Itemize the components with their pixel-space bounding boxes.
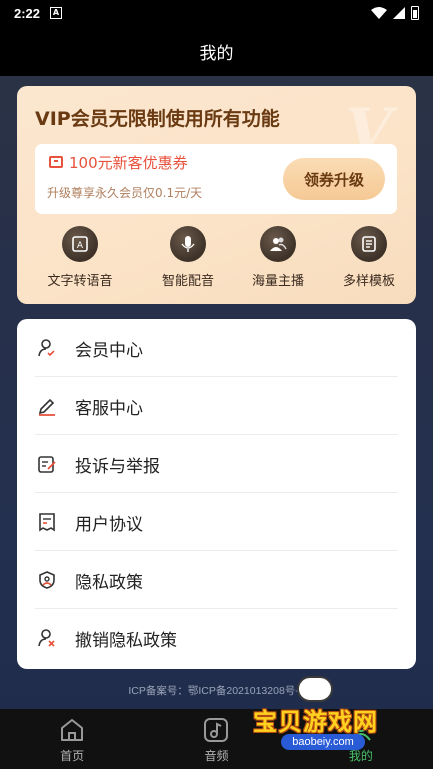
status-time: 2:22	[14, 5, 41, 21]
status-bar: 2:22 A	[0, 0, 433, 26]
home-icon	[61, 719, 84, 741]
menu-label: 撤销隐私政策	[75, 630, 177, 651]
music-icon	[204, 718, 229, 742]
ticket-icon	[49, 156, 63, 168]
microphone-icon	[170, 226, 206, 262]
template-icon	[351, 226, 387, 262]
wifi-icon	[371, 7, 387, 19]
feature-text-to-speech[interactable]: A 文字转语音	[35, 226, 125, 289]
menu-item-revoke-privacy[interactable]: 撤销隐私政策	[17, 609, 416, 667]
menu-card: 会员中心 客服中心 投诉与举报 用户协议 隐私政策 撤销隐私政策	[17, 319, 416, 669]
menu-item-member-center[interactable]: 会员中心	[17, 319, 416, 377]
coupon-subtitle: 升级尊享永久会员仅0.1元/天	[47, 186, 203, 200]
member-icon	[38, 339, 55, 357]
vip-title: VIP会员无限制使用所有功能	[35, 108, 280, 130]
watermark-logo: 宝贝游戏网 baobeiy.com	[253, 676, 403, 756]
menu-item-report[interactable]: 投诉与举报	[17, 435, 416, 493]
tab-label: 音频	[204, 749, 229, 763]
text-to-speech-icon: A	[62, 226, 98, 262]
agreement-icon	[39, 513, 55, 532]
menu-label: 客服中心	[75, 398, 143, 419]
tab-home[interactable]: 首页	[0, 709, 144, 769]
svg-text:A: A	[77, 241, 84, 251]
feature-anchors[interactable]: 海量主播	[233, 226, 323, 289]
menu-label: 隐私政策	[75, 572, 143, 593]
revoke-icon	[38, 629, 55, 647]
upgrade-button[interactable]: 领券升级	[283, 158, 385, 200]
signal-icon	[393, 7, 405, 19]
page-title: 我的	[199, 43, 234, 64]
notification-icon: A	[50, 7, 63, 19]
menu-label: 投诉与举报	[75, 456, 160, 477]
feature-list: A 文字转语音 智能配音 海量主播 多样模板	[17, 226, 416, 296]
coupon-title: 100元新客优惠券	[69, 154, 188, 172]
feature-label: 海量主播	[251, 274, 304, 289]
menu-label: 会员中心	[75, 340, 143, 361]
screen: 2:22 A 我的 V VIP会员无限制使用所有功能 100元新客优惠券 升级尊…	[0, 0, 433, 769]
watermark-url: baobeiy.com	[281, 734, 365, 750]
coupon-box[interactable]: 100元新客优惠券 升级尊享永久会员仅0.1元/天 领券升级	[35, 144, 397, 214]
gamepad-icon	[297, 676, 333, 702]
vip-card[interactable]: V VIP会员无限制使用所有功能 100元新客优惠券 升级尊享永久会员仅0.1元…	[17, 86, 416, 304]
menu-item-service-center[interactable]: 客服中心	[17, 377, 416, 435]
anchors-icon	[260, 226, 296, 262]
report-icon	[38, 456, 56, 473]
feature-templates[interactable]: 多样模板	[324, 226, 414, 289]
menu-item-user-agreement[interactable]: 用户协议	[17, 493, 416, 551]
feature-label: 文字转语音	[47, 274, 113, 289]
watermark-text: 宝贝游戏网	[253, 708, 378, 736]
privacy-icon	[39, 571, 55, 589]
pencil-icon	[38, 398, 55, 416]
menu-item-privacy-policy[interactable]: 隐私政策	[17, 551, 416, 609]
battery-icon	[411, 6, 419, 20]
feature-label: 多样模板	[342, 274, 395, 289]
menu-label: 用户协议	[75, 514, 143, 535]
feature-label: 智能配音	[161, 274, 214, 289]
feature-smart-dubbing[interactable]: 智能配音	[143, 226, 233, 289]
header: 我的	[0, 26, 433, 76]
tab-label: 首页	[60, 749, 85, 763]
